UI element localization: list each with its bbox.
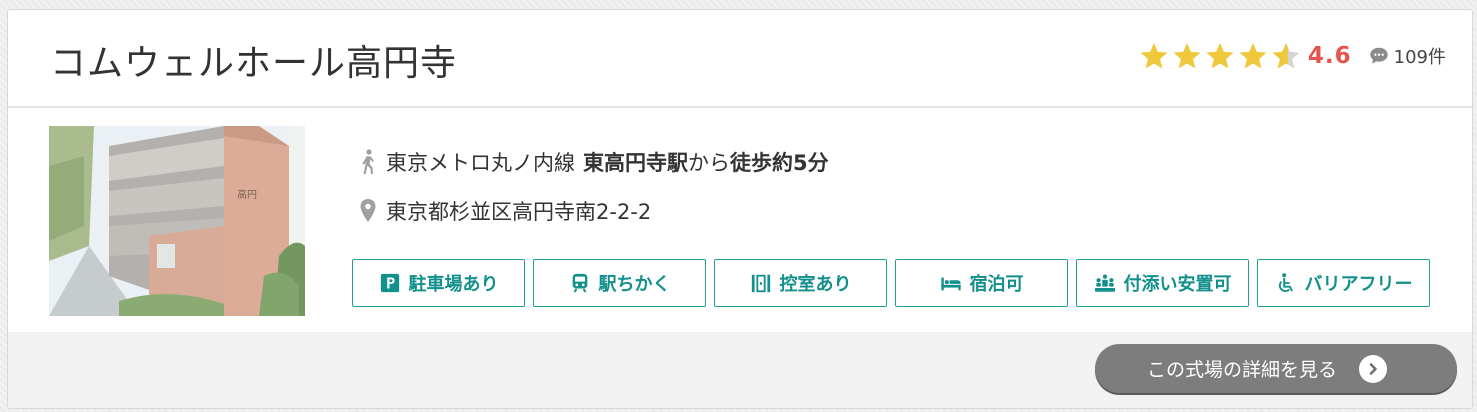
rating-stars	[1139, 41, 1304, 71]
speech-bubble-icon	[1369, 47, 1388, 64]
feature-label: 宿泊可	[969, 274, 1024, 295]
review-count: 109件	[1393, 47, 1446, 68]
review-count-link[interactable]: 109件	[1368, 43, 1446, 69]
train-line: 東京メトロ丸ノ内線	[386, 151, 575, 175]
train-icon	[572, 273, 587, 293]
location-pin-icon	[360, 199, 376, 222]
parking-icon	[380, 273, 399, 293]
feature-station[interactable]: 駅ちかく	[533, 259, 706, 307]
wheelchair-icon	[1278, 273, 1293, 292]
feature-lodging[interactable]: 宿泊可	[895, 259, 1068, 307]
attendance-icon	[1094, 274, 1115, 292]
venue-name[interactable]: コムウェルホール高円寺	[50, 34, 457, 86]
card-footer: この式場の詳細を見る	[8, 332, 1472, 408]
feature-label: バリアフリー	[1304, 274, 1413, 295]
station-name: 東高円寺駅	[583, 151, 688, 175]
view-details-button[interactable]: この式場の詳細を見る	[1095, 344, 1457, 393]
feature-waiting-room[interactable]: 控室あり	[714, 259, 887, 307]
view-details-label: この式場の詳細を見る	[1146, 359, 1337, 381]
card-header: コムウェルホール高円寺 4.6 109件	[8, 10, 1472, 108]
bed-icon	[940, 277, 961, 291]
walking-person-icon	[362, 149, 374, 174]
feature-tags: 駐車場あり 駅ちかく 控室あり 宿泊可 付添い安置可 バリアフリー	[352, 259, 1438, 307]
access-from: から	[688, 151, 730, 175]
star-half-icon	[1272, 42, 1300, 69]
star-icon	[1173, 42, 1201, 69]
waiting-room-icon	[751, 274, 770, 293]
walk-time: 徒歩約5分	[730, 151, 829, 175]
venue-photo[interactable]: 高円	[49, 126, 305, 316]
access-info: 東京メトロ丸ノ内線 東高円寺駅 から 徒歩約5分	[356, 147, 829, 177]
venue-card: コムウェルホール高円寺 4.6 109件 高円 東京メトロ丸ノ内線 東高円寺駅 …	[7, 9, 1473, 409]
feature-attendance[interactable]: 付添い安置可	[1076, 259, 1249, 307]
star-icon	[1206, 42, 1234, 69]
feature-label: 付添い安置可	[1123, 274, 1232, 295]
rating-summary: 4.6 109件	[1139, 39, 1446, 73]
feature-label: 控室あり	[779, 274, 852, 295]
rating-score: 4.6	[1307, 43, 1352, 69]
address-info: 東京都杉並区高円寺南2-2-2	[356, 196, 651, 226]
star-icon	[1140, 42, 1168, 69]
feature-label: 駅ちかく	[598, 274, 671, 295]
feature-parking[interactable]: 駐車場あり	[352, 259, 525, 307]
address: 東京都杉並区高円寺南2-2-2	[386, 200, 652, 224]
star-icon	[1239, 42, 1267, 69]
feature-barrier-free[interactable]: バリアフリー	[1257, 259, 1430, 307]
chevron-right-icon	[1359, 354, 1387, 383]
feature-label: 駐車場あり	[408, 274, 499, 295]
